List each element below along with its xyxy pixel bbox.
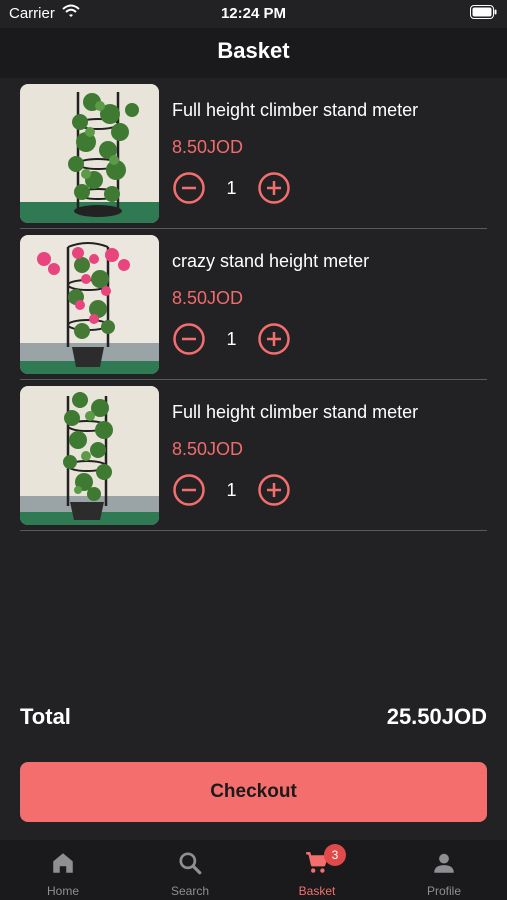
tab-bar: Home Search 3 Basket Profile — [0, 840, 507, 900]
decrease-quantity-button[interactable] — [173, 323, 205, 355]
tab-basket-label: Basket — [298, 884, 336, 898]
plus-circle-icon — [258, 172, 290, 204]
plus-circle-icon — [258, 323, 290, 355]
increase-quantity-button[interactable] — [258, 323, 290, 355]
decrease-quantity-button[interactable] — [173, 172, 205, 204]
list-item: Full height climber stand meter 8.50JOD … — [20, 78, 487, 229]
decrease-quantity-button[interactable] — [173, 474, 205, 506]
tab-home[interactable]: Home — [0, 840, 126, 900]
tab-home-label: Home — [46, 884, 79, 898]
home-icon — [50, 850, 76, 881]
product-price: 8.50JOD — [172, 439, 244, 459]
plus-circle-icon — [258, 474, 290, 506]
total-row: Total 25.50JOD — [20, 704, 487, 736]
search-icon — [177, 850, 203, 881]
cart-count-badge: 3 — [324, 844, 346, 866]
page-title: Basket — [217, 38, 290, 63]
battery-icon — [470, 5, 497, 24]
quantity-value: 1 — [226, 178, 237, 198]
navigation-bar: Basket — [0, 28, 507, 78]
tab-search-label: Search — [170, 884, 210, 898]
list-item: Full height climber stand meter 8.50JOD … — [20, 380, 487, 531]
minus-circle-icon — [173, 323, 205, 355]
product-image[interactable] — [20, 84, 159, 223]
quantity-value: 1 — [226, 480, 237, 500]
total-value: 25.50JOD — [386, 704, 487, 729]
tab-profile-label: Profile — [426, 884, 461, 898]
checkout-button[interactable]: Checkout — [20, 762, 487, 822]
status-time: 12:24 PM — [220, 5, 287, 22]
product-name: crazy stand height meter — [172, 251, 370, 271]
list-item: crazy stand height meter 8.50JOD 1 — [20, 229, 487, 380]
minus-circle-icon — [173, 474, 205, 506]
minus-circle-icon — [173, 172, 205, 204]
product-image[interactable] — [20, 235, 159, 374]
tab-profile[interactable]: Profile — [381, 840, 507, 900]
tab-search[interactable]: Search — [127, 840, 253, 900]
tab-basket[interactable]: 3 Basket — [254, 840, 380, 900]
increase-quantity-button[interactable] — [258, 474, 290, 506]
product-name: Full height climber stand meter — [172, 402, 419, 422]
basket-list: Full height climber stand meter 8.50JOD … — [20, 78, 487, 531]
status-bar: Carrier 12:24 PM — [0, 0, 507, 28]
product-price: 8.50JOD — [172, 137, 244, 157]
increase-quantity-button[interactable] — [258, 172, 290, 204]
quantity-value: 1 — [226, 329, 237, 349]
product-name: Full height climber stand meter — [172, 100, 419, 120]
person-icon — [431, 850, 457, 881]
total-label: Total — [20, 704, 71, 729]
product-image[interactable] — [20, 386, 159, 525]
product-price: 8.50JOD — [172, 288, 244, 308]
